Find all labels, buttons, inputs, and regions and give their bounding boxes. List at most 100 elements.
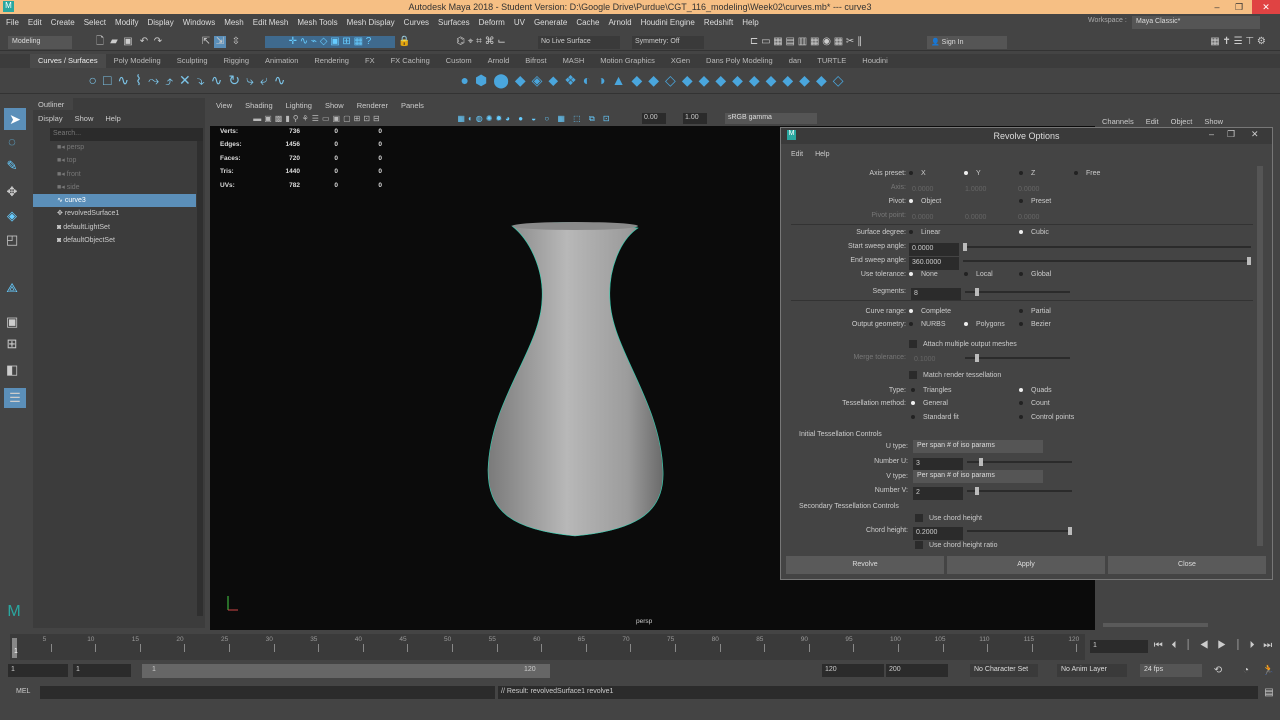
undo-icon[interactable]: ↶ [138, 36, 150, 48]
outliner-item[interactable]: ■◂ persp [33, 141, 196, 154]
shelf-tab[interactable]: Custom [438, 54, 480, 68]
start-sweep-slider[interactable] [963, 243, 1251, 251]
shelf-tab[interactable]: Animation [257, 54, 306, 68]
menu-mesh[interactable]: Mesh [224, 18, 244, 27]
minimize-button[interactable]: – [1206, 0, 1228, 14]
channel-scrollbar[interactable] [1103, 623, 1208, 627]
auto-key-icon[interactable]: ◔ [1240, 665, 1252, 677]
symmetry-dropdown[interactable]: Symmetry: Off [632, 36, 704, 49]
maximize-button[interactable]: ❐ [1228, 0, 1250, 14]
playback-controls[interactable]: ⏮ ⏴ ⏐ ◀ ▶ ⏐ ⏵ ⏭ [1152, 640, 1277, 652]
radio-triangles[interactable]: Triangles [911, 387, 952, 394]
merge-tolerance-slider[interactable] [965, 354, 1070, 362]
last-tool-icon[interactable]: ⟁ [6, 281, 18, 294]
segments-slider[interactable] [965, 288, 1070, 296]
channel-menu-item[interactable]: Edit [1146, 117, 1159, 126]
outliner-menu-item[interactable]: Display [38, 114, 63, 123]
radio-general[interactable]: General [911, 400, 948, 407]
number-u-slider[interactable] [967, 458, 1072, 466]
command-language[interactable]: MEL [16, 688, 30, 695]
select-component-icon[interactable]: ⇳ [230, 36, 242, 48]
select-hierarchy-icon[interactable]: ⇱ [200, 36, 212, 48]
menu-display[interactable]: Display [148, 18, 174, 27]
radio-preset[interactable]: Preset [1019, 198, 1051, 205]
channel-menu-item[interactable]: Show [1204, 117, 1223, 126]
sign-in-button[interactable]: 👤 Sign In [927, 36, 1007, 49]
shelf-tab[interactable]: TURTLE [809, 54, 854, 68]
end-sweep-slider[interactable] [963, 257, 1251, 265]
radio-linear[interactable]: Linear [909, 229, 940, 236]
shading-icons[interactable]: ▦◐◍✺✹◕ ● ◒ ○ ▦ ⬚ ⧉ ⊡ [425, 113, 645, 125]
outliner-menu-item[interactable]: Help [105, 114, 120, 123]
playback-end-field[interactable]: 120 [822, 664, 884, 677]
viewport-menu-item[interactable]: Renderer [357, 101, 388, 110]
radio-nurbs[interactable]: NURBS [909, 321, 946, 328]
menu-generate[interactable]: Generate [534, 18, 567, 27]
revolve-button[interactable]: Revolve [786, 556, 944, 574]
menu-edit[interactable]: Edit [28, 18, 42, 27]
menu-edit-mesh[interactable]: Edit Mesh [253, 18, 289, 27]
exposure-field[interactable]: 0.00 [642, 113, 666, 124]
range-start-field[interactable]: 1 [8, 664, 68, 677]
shelf-tab[interactable]: FX [357, 54, 383, 68]
fps-dropdown[interactable]: 24 fps [1140, 664, 1202, 677]
outliner-scrollbar[interactable] [197, 141, 203, 616]
script-editor-icon[interactable]: ▤ [1263, 687, 1275, 699]
menu-create[interactable]: Create [51, 18, 75, 27]
menu-houdini-engine[interactable]: Houdini Engine [641, 18, 695, 27]
viewport-menu-item[interactable]: Show [325, 101, 344, 110]
outliner-item[interactable]: ◙ defaultObjectSet [33, 234, 196, 247]
timeline-ruler[interactable]: 5 10 15 20 25 30 35 40 45 50 55 60 65 70 75 80 85 90 95 100… [10, 634, 1085, 660]
radio-count[interactable]: Count [1019, 400, 1050, 407]
shelf-tab[interactable]: Dans Poly Modeling [698, 54, 781, 68]
checkbox-attach-multi[interactable]: Attach multiple output meshes [909, 340, 1017, 348]
character-set-dropdown[interactable]: No Character Set [970, 664, 1038, 677]
playback-start-field[interactable]: 1 [73, 664, 131, 677]
shelf-tab[interactable]: Arnold [480, 54, 518, 68]
radio-polygons[interactable]: Polygons [964, 321, 1005, 328]
rotate-tool-icon[interactable]: ◈ [6, 209, 18, 222]
workspace-dropdown[interactable]: Maya Classic* [1132, 16, 1260, 29]
shelf-tab[interactable]: Curves / Surfaces [30, 54, 106, 68]
outliner-item[interactable]: ✥ revolvedSurface1 [33, 207, 196, 220]
radio-cubic[interactable]: Cubic [1019, 229, 1049, 236]
menu-uv[interactable]: UV [514, 18, 525, 27]
viewport-menu-item[interactable]: Lighting [286, 101, 312, 110]
select-tool-icon[interactable]: ➤ [4, 108, 26, 130]
paint-select-icon[interactable]: ✎ [6, 159, 18, 172]
checkbox-match-render[interactable]: Match render tessellation [909, 371, 1001, 379]
radio-y[interactable]: Y [964, 170, 981, 177]
number-v-slider[interactable] [967, 487, 1072, 495]
menu-mesh-tools[interactable]: Mesh Tools [297, 18, 337, 27]
radio-free[interactable]: Free [1074, 170, 1100, 177]
render-icons[interactable]: ⊏ ▭ ▦ ▤ ▥ ▦ ◉ ▦ ✂ ∥ [716, 36, 896, 48]
axis-vals.1-field[interactable]: 1.0000 [962, 184, 1012, 197]
outliner-menu-item[interactable]: Show [75, 114, 94, 123]
loop-icon[interactable]: ⟲ [1212, 665, 1224, 677]
menu-cache[interactable]: Cache [576, 18, 599, 27]
shelf-tab[interactable]: Sculpting [169, 54, 216, 68]
single-perspective-icon[interactable]: ▣ [6, 315, 18, 328]
shelf-tab[interactable]: Motion Graphics [592, 54, 663, 68]
viewport-menu-item[interactable]: View [216, 101, 232, 110]
close-dialog-button[interactable]: Close [1108, 556, 1266, 574]
anim-layer-dropdown[interactable]: No Anim Layer [1057, 664, 1127, 677]
outliner-search-input[interactable]: Search... [50, 128, 203, 141]
shelf-tab[interactable]: Poly Modeling [106, 54, 169, 68]
end-sweep-val-field[interactable]: 360.0000 [909, 257, 959, 270]
menu-surfaces[interactable]: Surfaces [438, 18, 470, 27]
open-scene-icon[interactable]: ▰ [108, 36, 120, 48]
checkbox-use-chord-ratio[interactable]: Use chord height ratio [915, 541, 997, 549]
menu-windows[interactable]: Windows [183, 18, 215, 27]
select-object-icon[interactable]: ⇲ [214, 36, 226, 48]
dialog-scrollbar[interactable] [1257, 166, 1263, 546]
save-scene-icon[interactable]: ▣ [122, 36, 134, 48]
u-type-dropdown[interactable]: Per span # of iso params [913, 440, 1043, 453]
new-scene-icon[interactable]: 🗋 [94, 36, 106, 48]
move-tool-icon[interactable]: ✥ [6, 185, 18, 198]
menu-help[interactable]: Help [742, 18, 758, 27]
menu-deform[interactable]: Deform [479, 18, 505, 27]
shelf-tab[interactable]: Bifrost [517, 54, 554, 68]
axis-vals.2-field[interactable]: 0.0000 [1015, 184, 1065, 197]
radio-object[interactable]: Object [909, 198, 941, 205]
